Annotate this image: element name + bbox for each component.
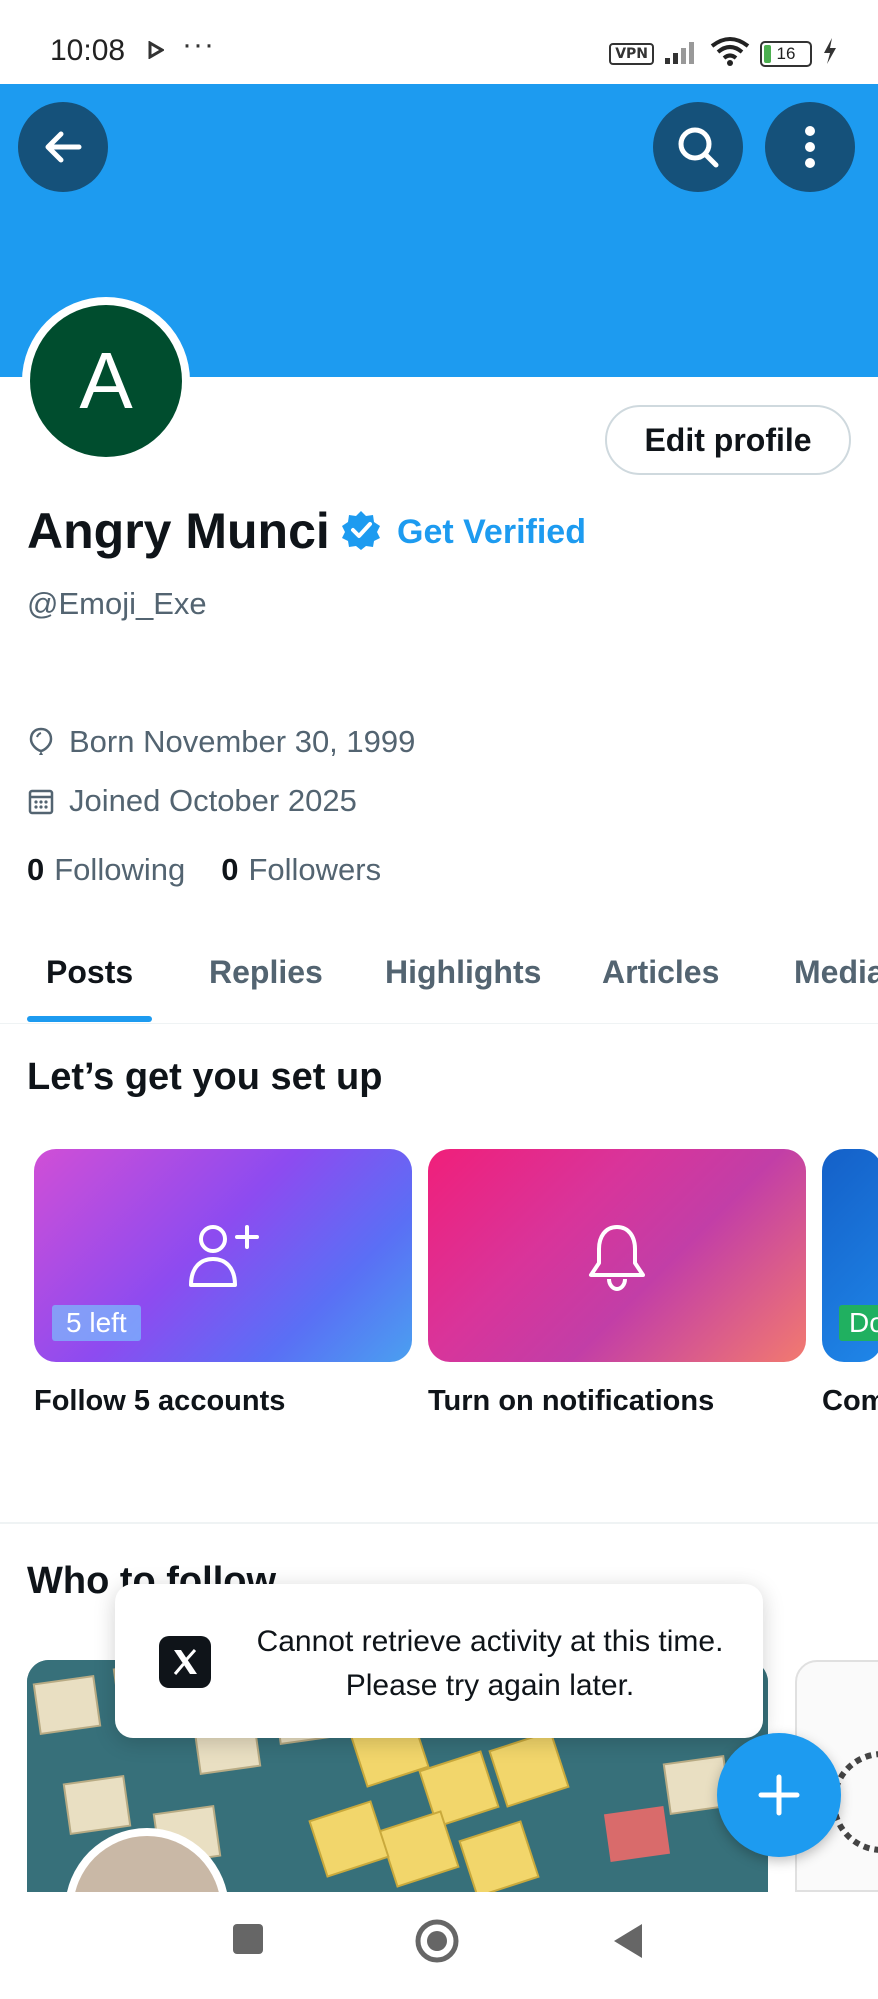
bell-icon (589, 1225, 645, 1292)
avatar-letter: A (30, 305, 182, 457)
section-divider (0, 1522, 878, 1524)
balloon-icon (29, 727, 53, 755)
status-time: 10:08 (50, 34, 126, 67)
calendar-icon (28, 789, 54, 815)
birthday-row: Born November 30, 1999 (27, 724, 415, 760)
arrow-left-icon (45, 131, 82, 163)
active-tab-indicator (27, 1016, 152, 1022)
status-more-icon: ··· (182, 28, 215, 61)
home-button[interactable] (414, 1918, 460, 1969)
edit-profile-button[interactable]: Edit profile (605, 405, 851, 475)
tab-articles[interactable]: Articles (602, 954, 719, 991)
more-vertical-icon (805, 126, 815, 168)
search-icon (678, 127, 719, 168)
tab-replies[interactable]: Replies (209, 954, 323, 991)
toast-message: Cannot retrieve activity at this time. P… (256, 1625, 724, 1702)
add-person-icon (189, 1225, 259, 1287)
battery-icon: 16 (760, 40, 812, 67)
setup-card-partial[interactable]: Do (822, 1149, 878, 1362)
recents-button[interactable] (231, 1922, 265, 1961)
get-verified-link[interactable]: Get Verified (397, 513, 586, 552)
x-logo-icon (159, 1636, 211, 1688)
more-options-button[interactable] (765, 102, 855, 192)
compose-post-button[interactable] (717, 1733, 841, 1857)
following-link[interactable]: 0 Following (27, 852, 185, 888)
joined-text: Joined October 2025 (69, 783, 357, 818)
follow-stats: 0 Following 0 Followers (27, 852, 381, 888)
verified-badge-icon[interactable] (340, 509, 382, 556)
tab-highlights[interactable]: Highlights (385, 954, 541, 991)
recents-square-icon (233, 1924, 263, 1954)
setup-card-notifications[interactable] (428, 1149, 806, 1362)
turn-on-notifications-label: Turn on notifications (428, 1385, 715, 1417)
play-icon (148, 40, 165, 64)
following-count: 0 (27, 852, 45, 887)
setup-title: Let’s get you set up (27, 1056, 383, 1098)
accounts-left-badge: 5 left (52, 1305, 141, 1341)
followers-label: Followers (248, 852, 382, 887)
vpn-badge: VPN (609, 42, 654, 65)
tab-posts[interactable]: Posts (46, 954, 133, 991)
following-label: Following (54, 852, 186, 887)
back-nav-button[interactable] (610, 1922, 644, 1965)
tab-media[interactable]: Media (794, 954, 878, 991)
profile-handle: @Emoji_Exe (27, 586, 207, 621)
follow-accounts-label: Follow 5 accounts (34, 1385, 286, 1417)
search-button[interactable] (653, 102, 743, 192)
setup-card-follow[interactable]: 5 left (34, 1149, 412, 1362)
error-toast: Cannot retrieve activity at this time. P… (115, 1584, 763, 1738)
charging-icon (822, 38, 838, 69)
back-triangle-icon (614, 1924, 642, 1958)
status-indicators: VPN 16 (609, 36, 838, 71)
system-navigation-bar (0, 1892, 878, 1999)
home-circle-icon (415, 1919, 459, 1963)
back-button[interactable] (18, 102, 108, 192)
partial-card-label: Com (822, 1385, 878, 1417)
avatar[interactable]: A (22, 297, 190, 465)
plus-icon (758, 1774, 800, 1816)
battery-level: 16 (776, 43, 796, 63)
followers-count: 0 (221, 852, 239, 887)
profile-tabs: Posts Replies Highlights Articles Media (0, 940, 878, 1024)
status-bar: 10:08 ··· VPN 16 (0, 0, 878, 84)
partial-card-badge: Do (839, 1305, 878, 1341)
birthday-text: Born November 30, 1999 (69, 724, 416, 759)
followers-link[interactable]: 0 Followers (221, 852, 381, 888)
signal-icon (664, 38, 700, 69)
joined-row: Joined October 2025 (27, 783, 357, 819)
wifi-icon (710, 36, 750, 71)
display-name: Angry Munci (27, 503, 330, 559)
